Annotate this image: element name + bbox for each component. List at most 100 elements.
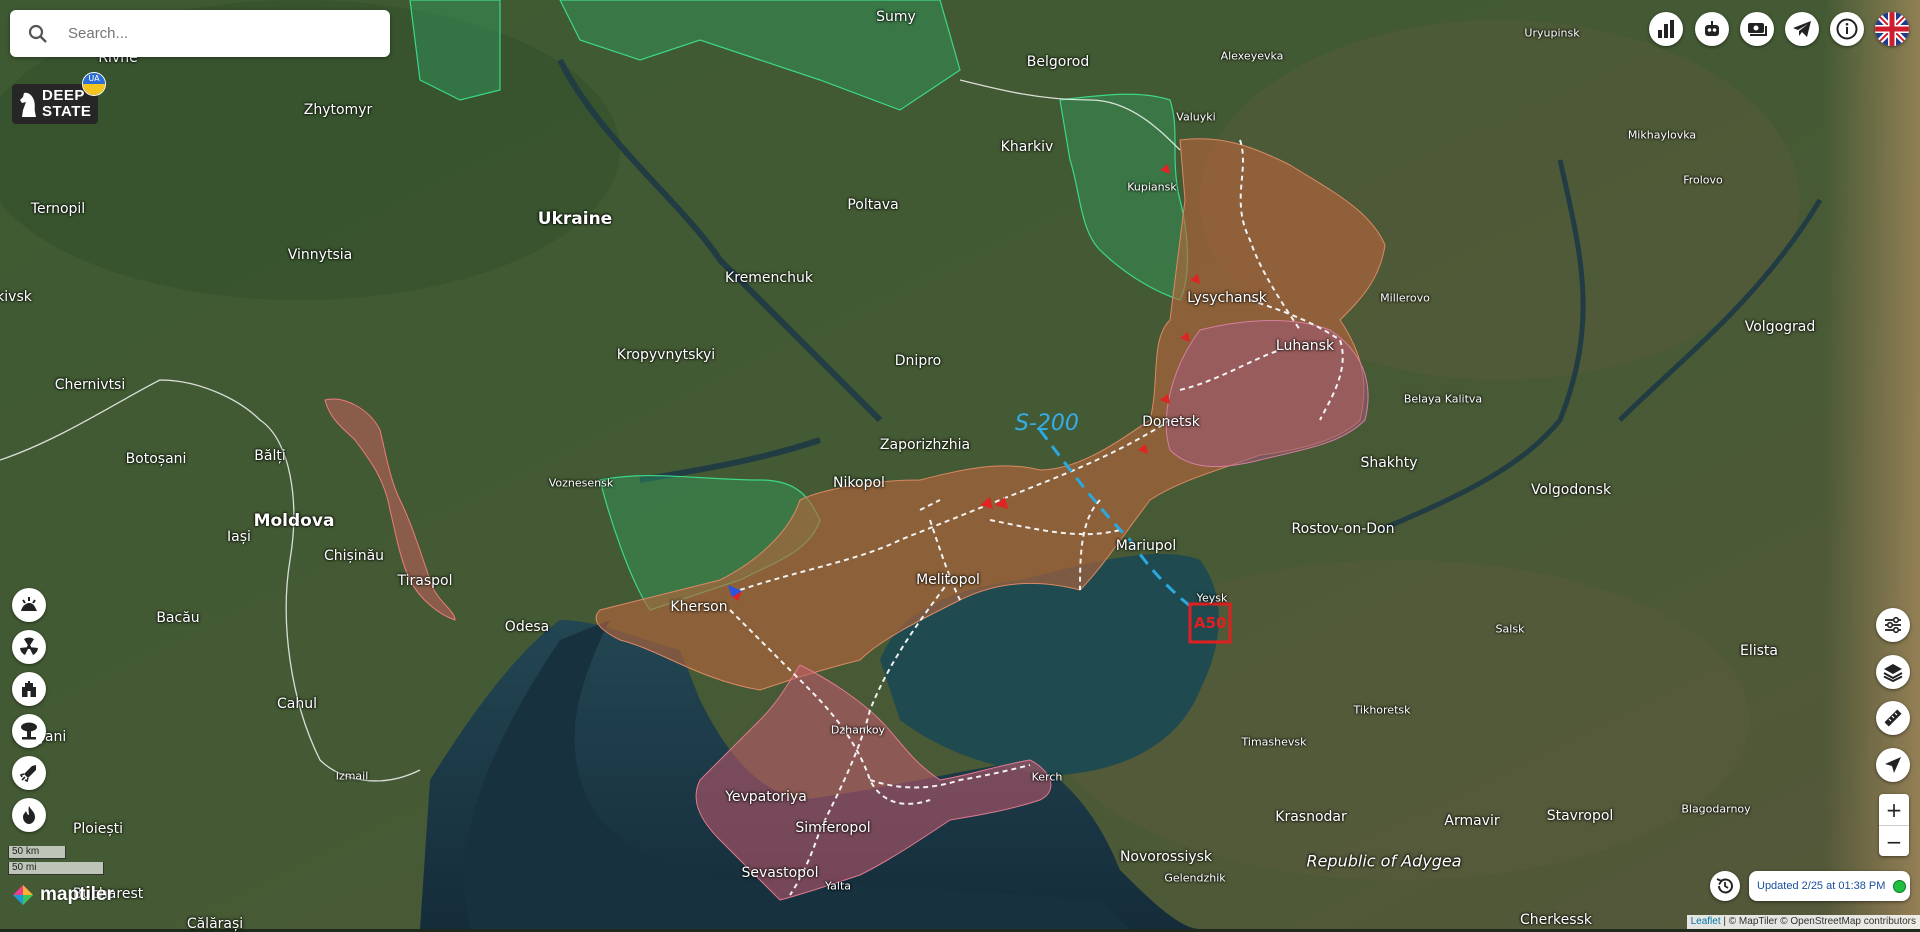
stats-button[interactable] xyxy=(1649,12,1683,46)
label-shakhty: Shakhty xyxy=(1360,455,1418,471)
label-rostov: Rostov-on-Don xyxy=(1291,521,1395,537)
ruler-button[interactable] xyxy=(1876,701,1910,735)
explosions-layer-button[interactable] xyxy=(12,588,46,622)
bot-icon xyxy=(1705,21,1719,36)
label-alexeyevka: Alexeyevka xyxy=(1220,49,1284,63)
bot-button[interactable] xyxy=(1695,12,1729,46)
label-izmail: Izmail xyxy=(335,769,369,783)
radiation-layer-button[interactable] xyxy=(12,630,46,664)
label-donetsk: Donetsk xyxy=(1142,414,1200,430)
label-sumy: Sumy xyxy=(876,9,916,25)
fortifications-layer-button[interactable] xyxy=(12,672,46,706)
leaflet-link[interactable]: Leaflet xyxy=(1691,916,1721,927)
attribution-text: | © MapTiler © OpenStreetMap contributor… xyxy=(1720,916,1916,927)
label-poltava: Poltava xyxy=(847,197,899,213)
missile-icon xyxy=(19,765,36,783)
fires-layer-button[interactable] xyxy=(12,798,46,832)
maptiler-icon xyxy=(13,885,33,905)
label-elista: Elista xyxy=(1740,643,1778,659)
maptiler-text: maptiler xyxy=(40,884,114,905)
label-kremenchuk: Kremenchuk xyxy=(725,270,813,286)
label-lysychansk: Lysychansk xyxy=(1187,290,1267,306)
label-ploiesti: Ploiești xyxy=(72,821,124,837)
nuclear-layer-button[interactable] xyxy=(12,714,46,748)
telegram-icon xyxy=(1793,21,1811,37)
label-cherkessk: Cherkessk xyxy=(1520,912,1592,928)
svg-text:A50: A50 xyxy=(1194,614,1226,632)
badge-text: UA xyxy=(83,73,105,84)
label-odesa: Odesa xyxy=(504,619,550,635)
search-input[interactable] xyxy=(66,24,370,43)
missiles-layer-button[interactable] xyxy=(12,756,46,790)
filter-button[interactable] xyxy=(1876,608,1910,642)
donate-button[interactable] xyxy=(1740,12,1774,46)
fortification-icon xyxy=(22,681,36,697)
info-icon xyxy=(1836,18,1858,40)
history-button[interactable] xyxy=(1710,871,1740,901)
layers-icon xyxy=(1883,664,1903,682)
label-cahul: Cahul xyxy=(277,696,317,712)
stats-icon xyxy=(1658,20,1674,38)
zoom-out-button[interactable]: − xyxy=(1879,825,1909,857)
locate-icon xyxy=(1885,757,1901,773)
label-salsk: Salsk xyxy=(1495,622,1525,636)
online-indicator xyxy=(1893,879,1907,893)
s200-annotation: S-200 xyxy=(1015,411,1079,436)
uk-flag-icon xyxy=(1875,12,1909,46)
update-status[interactable]: Updated 2/25 at 01:38 PM xyxy=(1749,871,1910,901)
scale-mi: 50 mi xyxy=(8,862,104,875)
maptiler-logo[interactable]: maptiler xyxy=(12,884,114,906)
label-kharkiv: Kharkiv xyxy=(1000,139,1054,155)
label-valuyki: Valuyki xyxy=(1176,110,1216,124)
label-moldova: Moldova xyxy=(253,511,335,531)
label-bacau: Bacău xyxy=(156,610,200,626)
label-melitopol: Melitopol xyxy=(916,572,980,588)
label-ukraine: Ukraine xyxy=(537,209,613,229)
locate-button[interactable] xyxy=(1876,748,1910,782)
label-kropyvnytskyi: Kropyvnytskyi xyxy=(616,347,716,363)
zoom-in-button[interactable]: + xyxy=(1879,794,1909,825)
deepstate-logo[interactable]: DEEP STATE UA xyxy=(12,72,106,124)
attribution: Leaflet | © MapTiler © OpenStreetMap con… xyxy=(1686,915,1920,929)
history-icon xyxy=(1716,878,1733,894)
label-zhytomyr: Zhytomyr xyxy=(303,102,373,118)
label-chisinau: Chișinău xyxy=(323,548,385,564)
label-frolovo: Frolovo xyxy=(1683,173,1723,187)
label-voznesensk: Voznesensk xyxy=(548,476,614,490)
logo-text: DEEP STATE xyxy=(42,88,91,120)
info-button[interactable] xyxy=(1830,12,1864,46)
label-ternopil: Ternopil xyxy=(30,201,86,217)
language-button[interactable] xyxy=(1875,12,1909,46)
label-millerovo: Millerovo xyxy=(1380,291,1430,305)
ukraine-flag-badge: UA xyxy=(82,72,106,96)
label-dzhankoy: Dzhankoy xyxy=(830,723,886,737)
scale-km: 50 km xyxy=(8,846,66,859)
layers-button[interactable] xyxy=(1876,655,1910,689)
label-tiraspol: Tiraspol xyxy=(397,573,453,589)
label-krasnodar: Krasnodar xyxy=(1275,809,1347,825)
label-kivsk: kivsk xyxy=(0,289,32,305)
label-mariupol: Mariupol xyxy=(1115,538,1177,554)
label-yalta: Yalta xyxy=(824,879,852,893)
search-box[interactable] xyxy=(10,10,390,57)
label-volgodonsk: Volgodonsk xyxy=(1530,482,1612,498)
label-uryupinsk: Uryupinsk xyxy=(1524,26,1580,40)
label-adygea: Republic of Adygea xyxy=(1306,851,1462,871)
update-status-text: Updated 2/25 at 01:38 PM xyxy=(1757,880,1886,892)
label-luhansk: Luhansk xyxy=(1275,338,1335,354)
search-icon xyxy=(10,24,66,44)
label-calarasi: Călărași xyxy=(186,916,244,932)
label-volgograd: Volgograd xyxy=(1744,319,1816,335)
label-vinnytsia: Vinnytsia xyxy=(287,247,353,263)
label-gelendzhik: Gelendzhik xyxy=(1164,871,1226,885)
label-balti: Bălți xyxy=(254,448,286,464)
donate-icon xyxy=(1748,23,1767,36)
logo-line1: DEEP xyxy=(42,87,85,104)
filter-icon xyxy=(1885,616,1901,634)
map-edge-terrain xyxy=(1824,0,1920,929)
label-yeysk: Yeysk xyxy=(1196,591,1228,605)
telegram-button[interactable] xyxy=(1785,12,1819,46)
ruler-icon xyxy=(1884,709,1902,727)
label-mikhaylovka: Mikhaylovka xyxy=(1627,128,1697,142)
label-belgorod: Belgorod xyxy=(1026,54,1090,70)
